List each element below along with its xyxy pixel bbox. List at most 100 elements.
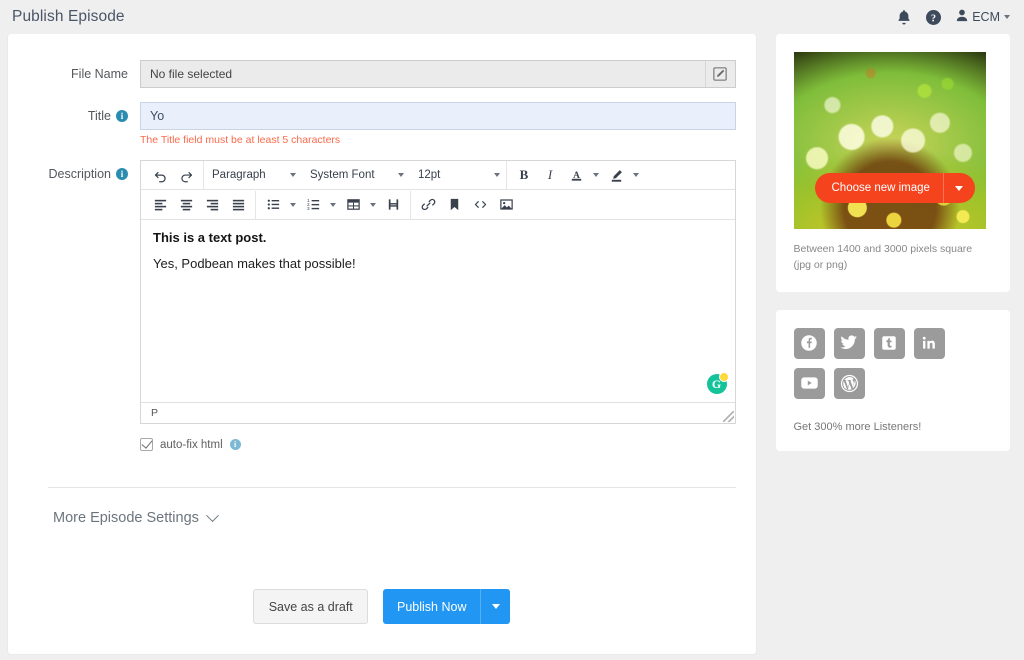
numbered-list-icon[interactable]: 123 <box>300 192 326 217</box>
social-icons-grid <box>793 327 980 399</box>
chevron-down-icon[interactable] <box>326 192 340 217</box>
table-icon[interactable] <box>340 192 366 217</box>
bell-icon[interactable] <box>897 9 911 25</box>
title-error-message: The Title field must be at least 5 chara… <box>140 134 341 146</box>
chevron-down-icon <box>955 185 964 191</box>
title-input[interactable] <box>140 102 736 130</box>
bullet-list-icon[interactable] <box>260 192 286 217</box>
italic-label: I <box>547 167 553 182</box>
sidebar: Choose new image Between 1400 and 3000 p… <box>775 34 1010 451</box>
align-left-icon[interactable] <box>147 192 173 217</box>
more-episode-settings-label: More Episode Settings <box>53 510 199 526</box>
grammarly-icon[interactable]: G <box>706 372 729 394</box>
chevron-down-icon[interactable] <box>629 163 643 188</box>
info-icon[interactable]: i <box>116 168 128 181</box>
align-justify-icon[interactable] <box>225 192 251 217</box>
auto-fix-html-label: auto-fix html <box>160 438 223 451</box>
bold-button[interactable]: B <box>511 163 537 188</box>
episode-form-card: File Name No file selected Title i The T… <box>8 34 756 654</box>
chevron-down-icon <box>290 173 296 177</box>
user-name-label: ECM <box>972 10 1000 24</box>
file-name-field[interactable]: No file selected <box>140 60 736 88</box>
user-menu[interactable]: ECM <box>956 9 1010 25</box>
more-episode-settings-toggle[interactable]: More Episode Settings <box>53 508 736 526</box>
source-code-icon[interactable] <box>467 192 493 217</box>
editor-content-area[interactable]: This is a text post. Yes, Podbean makes … <box>141 220 735 403</box>
link-icon[interactable] <box>415 192 441 217</box>
block-format-select[interactable]: Paragraph <box>204 163 302 188</box>
chevron-down-icon[interactable] <box>286 192 300 217</box>
publish-now-button[interactable]: Publish Now <box>383 589 481 624</box>
choose-new-image-button-group: Choose new image <box>814 173 975 203</box>
cover-art-card: Choose new image Between 1400 and 3000 p… <box>775 34 1010 292</box>
info-icon[interactable]: i <box>229 439 241 450</box>
bookmark-anchor-icon[interactable] <box>441 192 467 217</box>
highlight-pen-icon[interactable] <box>603 163 629 188</box>
font-size-select[interactable]: 12pt <box>410 163 506 188</box>
rich-text-editor: Paragraph System Font 12pt B I A 1 2 3 T… <box>140 160 736 424</box>
description-label: Description i <box>28 160 140 181</box>
page-title: Publish Episode <box>12 8 125 25</box>
chevron-down-icon <box>491 604 500 609</box>
social-share-card: Get 300% more Listeners! <box>775 309 1010 451</box>
editor-element-path: P <box>151 407 159 419</box>
auto-fix-html-checkbox[interactable] <box>140 438 153 451</box>
choose-new-image-button[interactable]: Choose new image <box>815 182 943 194</box>
top-bar: Publish Episode ? ECM <box>0 0 1024 34</box>
page-layout: File Name No file selected Title i The T… <box>0 34 1024 654</box>
page-break-icon[interactable] <box>380 192 406 217</box>
align-center-icon[interactable] <box>173 192 199 217</box>
font-family-value: System Font <box>310 169 375 181</box>
choose-image-options-button[interactable] <box>942 173 975 203</box>
auto-fix-html-row: auto-fix html i <box>140 438 736 451</box>
chevron-down-icon[interactable] <box>589 163 603 188</box>
chevron-down-icon <box>398 173 404 177</box>
info-icon[interactable]: i <box>116 110 128 123</box>
section-divider <box>48 487 736 488</box>
chevron-down-icon <box>494 173 500 177</box>
italic-button[interactable]: I <box>537 163 563 188</box>
chevron-down-icon[interactable] <box>366 192 380 217</box>
cover-art-preview: Choose new image <box>793 52 986 229</box>
insert-image-icon[interactable] <box>493 192 519 217</box>
title-label: Title i <box>28 102 140 123</box>
twitter-icon[interactable] <box>833 327 865 359</box>
publish-button-group: Publish Now <box>383 589 511 624</box>
undo-icon[interactable] <box>147 163 173 188</box>
tumblr-icon[interactable] <box>873 327 905 359</box>
editor-status-bar: P <box>141 403 735 423</box>
block-format-value: Paragraph <box>212 169 266 181</box>
file-name-row: File Name No file selected <box>28 60 736 88</box>
chevron-down-icon <box>1004 15 1010 19</box>
title-row: Title i The Title field must be at least… <box>28 102 736 146</box>
wordpress-icon[interactable] <box>833 367 865 399</box>
edit-pencil-icon[interactable] <box>704 61 735 87</box>
youtube-icon[interactable] <box>793 367 825 399</box>
help-circle-icon[interactable]: ? <box>926 9 942 25</box>
editor-heading-text: This is a text post. <box>153 230 267 245</box>
file-name-label: File Name <box>71 67 128 81</box>
person-icon <box>956 9 968 25</box>
publish-options-button[interactable] <box>480 589 511 624</box>
editor-toolbar-row-1: Paragraph System Font 12pt B I A <box>141 161 735 190</box>
social-promo-text: Get 300% more Listeners! <box>793 420 922 433</box>
editor-paragraph-text: Yes, Podbean makes that possible! <box>153 256 356 271</box>
redo-icon[interactable] <box>173 163 199 188</box>
align-right-icon[interactable] <box>199 192 225 217</box>
facebook-icon[interactable] <box>793 327 825 359</box>
editor-toolbar-row-2: 123 <box>141 190 735 220</box>
description-label-text: Description <box>48 167 111 181</box>
resize-handle[interactable] <box>722 411 734 422</box>
font-family-select[interactable]: System Font <box>302 163 410 188</box>
linkedin-icon[interactable] <box>913 327 945 359</box>
text-color-icon[interactable]: A <box>563 163 589 188</box>
svg-text:?: ? <box>931 13 936 24</box>
chevron-down-icon <box>206 508 219 522</box>
file-name-value: No file selected <box>150 67 233 81</box>
top-bar-actions: ? ECM <box>897 9 1010 25</box>
save-draft-button[interactable]: Save as a draft <box>253 589 369 624</box>
bold-label: B <box>519 167 529 182</box>
cover-art-requirements: Between 1400 and 3000 pixels square (jpg… <box>793 243 973 272</box>
description-row: Description i Paragraph System Font 12pt… <box>28 160 736 424</box>
title-label-text: Title <box>87 109 111 123</box>
